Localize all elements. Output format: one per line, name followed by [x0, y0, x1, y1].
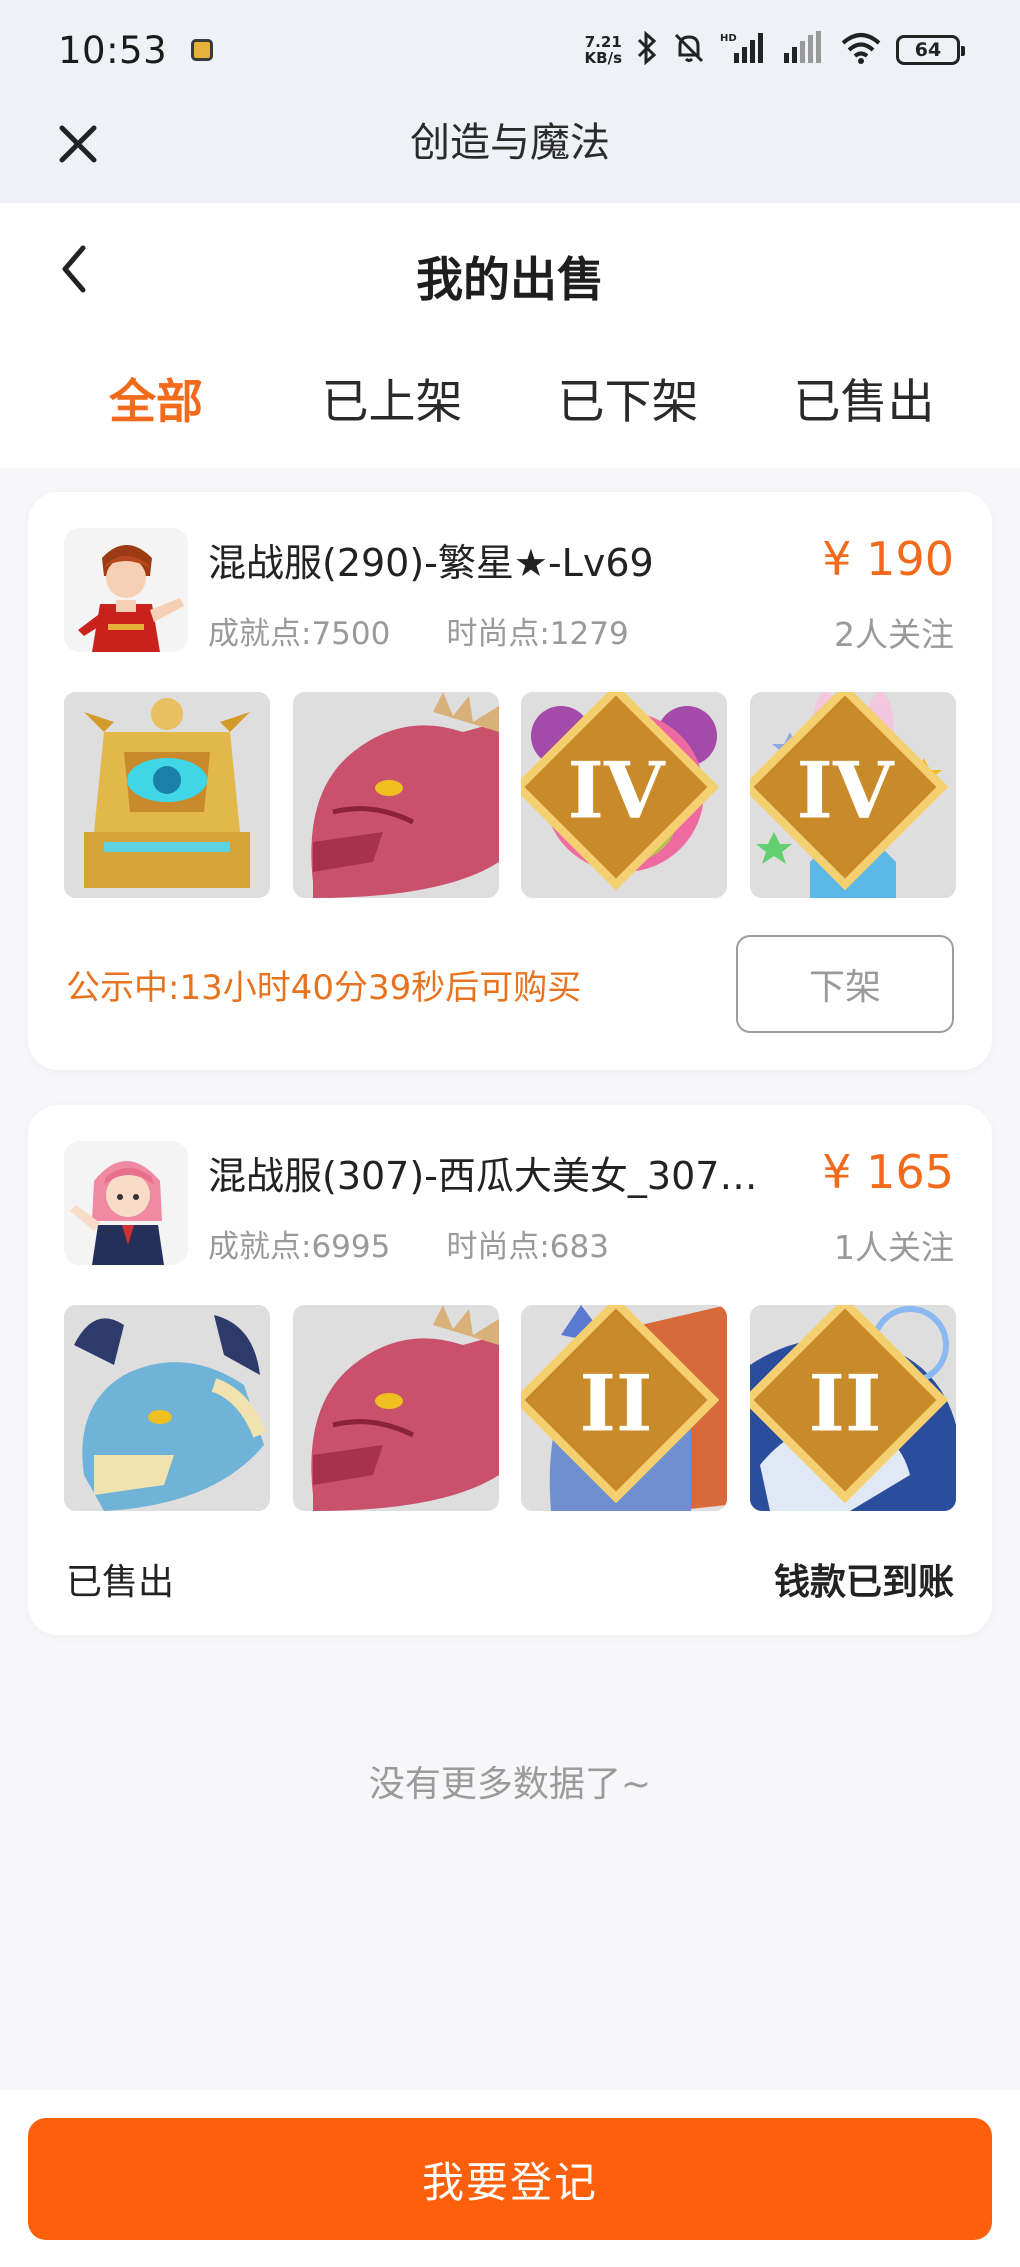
wifi-icon [840, 31, 882, 69]
tier-badge-icon: IV [521, 692, 720, 890]
page-header: 我的出售 全部 已上架 已下架 已售出 [0, 203, 1020, 468]
tier-badge-icon: IV [749, 692, 948, 890]
red-dragon-head-icon[interactable] [292, 1305, 499, 1511]
tier-badge-icon: II [521, 1305, 720, 1503]
no-more-data-text: 没有更多数据了~ [368, 1764, 652, 1805]
pink-bear-pet-icon[interactable]: IV [521, 692, 728, 898]
webview-title-bar: 创造与魔法 [0, 100, 1020, 203]
avatar [64, 528, 188, 652]
sold-status: 已售出 [66, 1562, 175, 1603]
follower-count: 1人关注 [834, 1228, 954, 1267]
tab-listed[interactable]: 已上架 [274, 363, 510, 443]
webview-title: 创造与魔法 [410, 120, 610, 166]
tier-badge-icon: II [749, 1305, 948, 1503]
achievement-points: 成就点:7500 [208, 616, 391, 652]
payment-status: 钱款已到账 [773, 1562, 954, 1603]
notice-countdown: 13小时40分39秒后可购买 [179, 968, 582, 1008]
griffin-bird-mount-icon[interactable]: II [521, 1305, 728, 1511]
role-name: 混战服(307)-西瓜大美女_307-… [208, 1154, 768, 1198]
role-stats: 成就点:6995 时尚点:683 [208, 1221, 609, 1266]
network-speed-value: 7.21 [584, 33, 622, 51]
public-notice: 公示中:13小时40分39秒后可购买 [66, 960, 581, 1009]
avatar [64, 1141, 188, 1265]
tab-all[interactable]: 全部 [38, 363, 274, 443]
role-name: 混战服(290)-繁星★-Lv69 [208, 541, 654, 585]
listing-card[interactable]: 混战服(290)-繁星★-Lv69 成就点:7500 时尚点:1279 ¥ 19… [28, 492, 992, 1070]
signal-icon [782, 31, 826, 69]
tier-label: IV [568, 746, 666, 837]
bottom-action-bar: 我要登记 [0, 2090, 1020, 2267]
role-stats: 成就点:7500 时尚点:1279 [208, 608, 629, 653]
tier-label: II [809, 1359, 882, 1450]
status-icons: 7.21 KB/s HD 64 [585, 28, 965, 72]
red-dragon-head-icon[interactable] [292, 692, 499, 898]
page-title: 我的出售 [416, 253, 604, 308]
delist-button[interactable]: 下架 [736, 935, 954, 1033]
blue-tiger-mount-icon[interactable]: II [749, 1305, 956, 1511]
mute-bell-icon [672, 31, 706, 69]
fashion-points: 时尚点:1279 [446, 616, 629, 652]
hd-label: HD [720, 33, 737, 44]
item-thumbnails: II II [64, 1305, 956, 1511]
listing-card[interactable]: 混战服(307)-西瓜大美女_307-… 成就点:6995 时尚点:683 ¥ … [28, 1105, 992, 1635]
bluetooth-icon [636, 30, 658, 69]
item-thumbnails: IV IV [64, 692, 956, 898]
price: ¥ 190 [822, 532, 954, 586]
achievement-points: 成就点:6995 [208, 1229, 391, 1265]
tab-sold[interactable]: 已售出 [746, 363, 982, 443]
fashion-points: 时尚点:683 [446, 1229, 609, 1265]
status-tabs: 全部 已上架 已下架 已售出 [38, 363, 982, 443]
tab-delisted[interactable]: 已下架 [510, 363, 746, 443]
battery-indicator: 64 [896, 35, 965, 65]
blue-dragon-mount-icon[interactable] [64, 1305, 270, 1511]
status-bar: 10:53 7.21 KB/s HD 64 [0, 0, 1020, 100]
tier-label: II [580, 1359, 653, 1450]
notification-app-icon [191, 39, 214, 61]
price: ¥ 165 [822, 1145, 954, 1199]
register-button[interactable]: 我要登记 [28, 2118, 992, 2240]
status-time: 10:53 [58, 28, 168, 72]
network-speed-unit: KB/s [584, 49, 622, 67]
notice-label: 公示中: [66, 968, 180, 1008]
follower-count: 2人关注 [834, 615, 954, 654]
golden-throne-mount-icon[interactable] [64, 692, 270, 898]
app-top-area: 10:53 7.21 KB/s HD 64 创造与魔法 [0, 0, 1020, 203]
pink-rabbit-pet-icon[interactable]: IV [749, 692, 956, 898]
tier-label: IV [797, 746, 895, 837]
network-speed: 7.21 KB/s [585, 34, 622, 66]
signal-hd-icon: HD [720, 31, 768, 69]
